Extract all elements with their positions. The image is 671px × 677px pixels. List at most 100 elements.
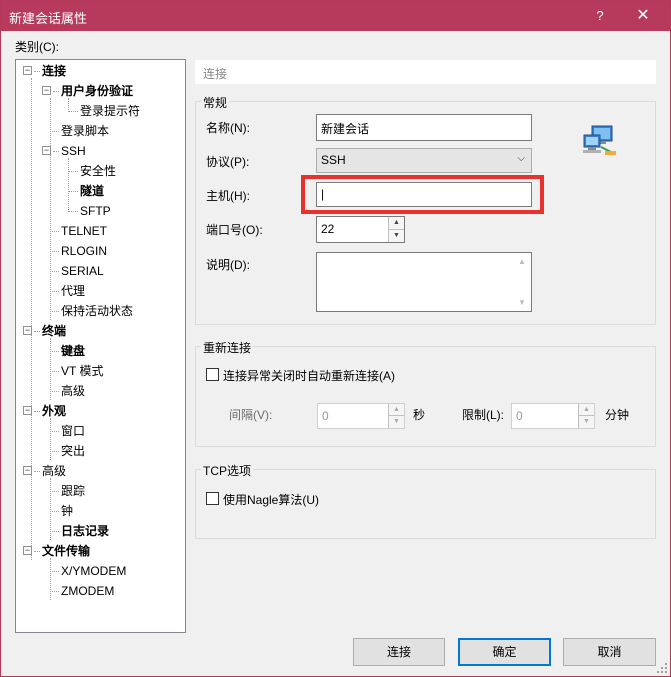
spin-up-icon[interactable]: ▲	[389, 404, 404, 416]
reconnect-group	[195, 346, 656, 447]
general-group-title: 常规	[201, 94, 230, 111]
ok-button[interactable]: 确定	[458, 638, 551, 666]
spin-up-icon[interactable]: ▲	[389, 217, 404, 230]
tree-line	[34, 71, 40, 72]
tree-item[interactable]: 日志记录	[61, 522, 109, 540]
spin-down-icon[interactable]: ▼	[389, 229, 404, 242]
tree-collapse-icon[interactable]: −	[23, 466, 32, 475]
tree-item[interactable]: 键盘	[61, 342, 85, 360]
tree-item[interactable]: SSH	[61, 142, 86, 160]
tcp-group-title: TCP选项	[201, 462, 254, 479]
tree-item[interactable]: 突出	[61, 442, 85, 460]
host-input[interactable]: |	[316, 182, 532, 207]
title-bar[interactable]: 新建会话属性 ? ✕	[1, 1, 670, 31]
category-tree[interactable]: − 连接 − 用户身份验证登录提示符登录脚本 − SSH 安全性隧道 SFTP TELNET RL…	[15, 59, 186, 633]
tree-line	[50, 431, 59, 432]
protocol-value: SSH	[321, 153, 346, 167]
tree-collapse-icon[interactable]: −	[23, 326, 32, 335]
nagle-label: 使用Nagle算法(U)	[223, 493, 320, 507]
tree-item[interactable]: TELNET	[61, 222, 107, 240]
tree-item[interactable]: 安全性	[80, 162, 116, 180]
tree-collapse-icon[interactable]: −	[42, 86, 51, 95]
description-textarea[interactable]: ▲ ▼	[316, 252, 532, 312]
tree-item[interactable]: 连接	[42, 62, 66, 80]
tree-collapse-icon[interactable]: −	[23, 66, 32, 75]
tree-item[interactable]: 用户身份验证	[61, 82, 133, 100]
breadcrumb: 连接	[195, 60, 656, 84]
tree-line	[69, 211, 78, 212]
tree-item[interactable]: 高级	[42, 462, 66, 480]
tree-item[interactable]: 文件传输	[42, 542, 90, 560]
tree-line	[53, 151, 59, 152]
spin-up-icon[interactable]: ▲	[579, 404, 594, 416]
interval-unit: 秒	[413, 408, 426, 422]
tree-item[interactable]: X/YMODEM	[61, 562, 126, 580]
auto-reconnect-checkbox[interactable]	[206, 368, 219, 381]
tree-item[interactable]: 窗口	[61, 422, 85, 440]
tree-item[interactable]: RLOGIN	[61, 242, 107, 260]
tree-line	[69, 111, 78, 112]
tree-item[interactable]: 高级	[61, 382, 85, 400]
name-input[interactable]: 新建会话	[316, 114, 532, 141]
tree-line	[31, 78, 32, 560]
spinner-buttons: ▲ ▼	[388, 404, 404, 428]
tree-item[interactable]: 跟踪	[61, 482, 85, 500]
connect-button[interactable]: 连接	[353, 638, 445, 666]
spinner-buttons: ▲ ▼	[388, 217, 404, 242]
tree-line	[34, 551, 40, 552]
protocol-select[interactable]: SSH ⌵	[316, 148, 532, 173]
tree-line	[50, 391, 59, 392]
auto-reconnect-label: 连接异常关闭时自动重新连接(A)	[223, 369, 395, 383]
interval-value: 0	[322, 409, 329, 423]
tree-item[interactable]: VT 模式	[61, 362, 103, 380]
tree-item[interactable]: SFTP	[80, 202, 111, 220]
interval-spinner[interactable]: 0 ▲ ▼	[317, 403, 405, 429]
tree-item[interactable]: 外观	[42, 402, 66, 420]
tree-line	[50, 531, 59, 532]
tree-item[interactable]: 登录提示符	[80, 102, 140, 120]
tree-line	[50, 511, 59, 512]
tree-line	[69, 191, 78, 192]
limit-spinner[interactable]: 0 ▲ ▼	[511, 403, 595, 429]
chevron-down-icon: ⌵	[517, 153, 525, 164]
dialog-window: 新建会话属性 ? ✕ 类别(C): − 连接 − 用户身份验证 登录提示符 登录脚本 − SS…	[0, 0, 671, 677]
tree-line	[69, 171, 78, 172]
nagle-checkbox[interactable]	[206, 492, 219, 505]
tree-item[interactable]: 代理	[61, 282, 85, 300]
limit-unit: 分钟	[605, 408, 630, 422]
tree-line	[50, 271, 59, 272]
scroll-down-icon[interactable]: ▼	[518, 298, 526, 307]
tree-item[interactable]: 钟	[61, 502, 73, 520]
tree-collapse-icon[interactable]: −	[23, 406, 32, 415]
port-value: 22	[321, 222, 335, 236]
spin-down-icon[interactable]: ▼	[579, 416, 594, 428]
scroll-up-icon[interactable]: ▲	[518, 257, 526, 266]
spin-down-icon[interactable]: ▼	[389, 416, 404, 428]
textarea-scrollbar[interactable]: ▲ ▼	[515, 253, 531, 311]
tree-line	[50, 558, 51, 600]
tree-line	[50, 131, 59, 132]
resize-grip-icon[interactable]	[656, 662, 668, 674]
spinner-buttons: ▲ ▼	[578, 404, 594, 428]
help-button[interactable]: ?	[587, 6, 613, 26]
tree-item[interactable]: 登录脚本	[61, 122, 109, 140]
close-button[interactable]: ✕	[628, 5, 658, 27]
limit-label: 限制(L):	[462, 408, 505, 422]
host-label: 主机(H):	[206, 189, 250, 203]
tree-item[interactable]: ZMODEM	[61, 582, 114, 600]
tree-item[interactable]: 隧道	[80, 182, 104, 200]
tree-collapse-icon[interactable]: −	[42, 146, 51, 155]
tree-line	[34, 471, 40, 472]
tree-item[interactable]: 终端	[42, 322, 66, 340]
tree-line	[50, 251, 59, 252]
port-spinner[interactable]: 22 ▲ ▼	[316, 216, 405, 243]
tree-line	[50, 571, 59, 572]
tree-item[interactable]: 保持活动状态	[61, 302, 133, 320]
tree-collapse-icon[interactable]: −	[23, 546, 32, 555]
name-label: 名称(N):	[206, 121, 250, 135]
tree-item[interactable]: SERIAL	[61, 262, 104, 280]
tree-line	[50, 291, 59, 292]
window-title: 新建会话属性	[9, 11, 88, 26]
tree-line	[34, 331, 40, 332]
cancel-button[interactable]: 取消	[563, 638, 656, 666]
